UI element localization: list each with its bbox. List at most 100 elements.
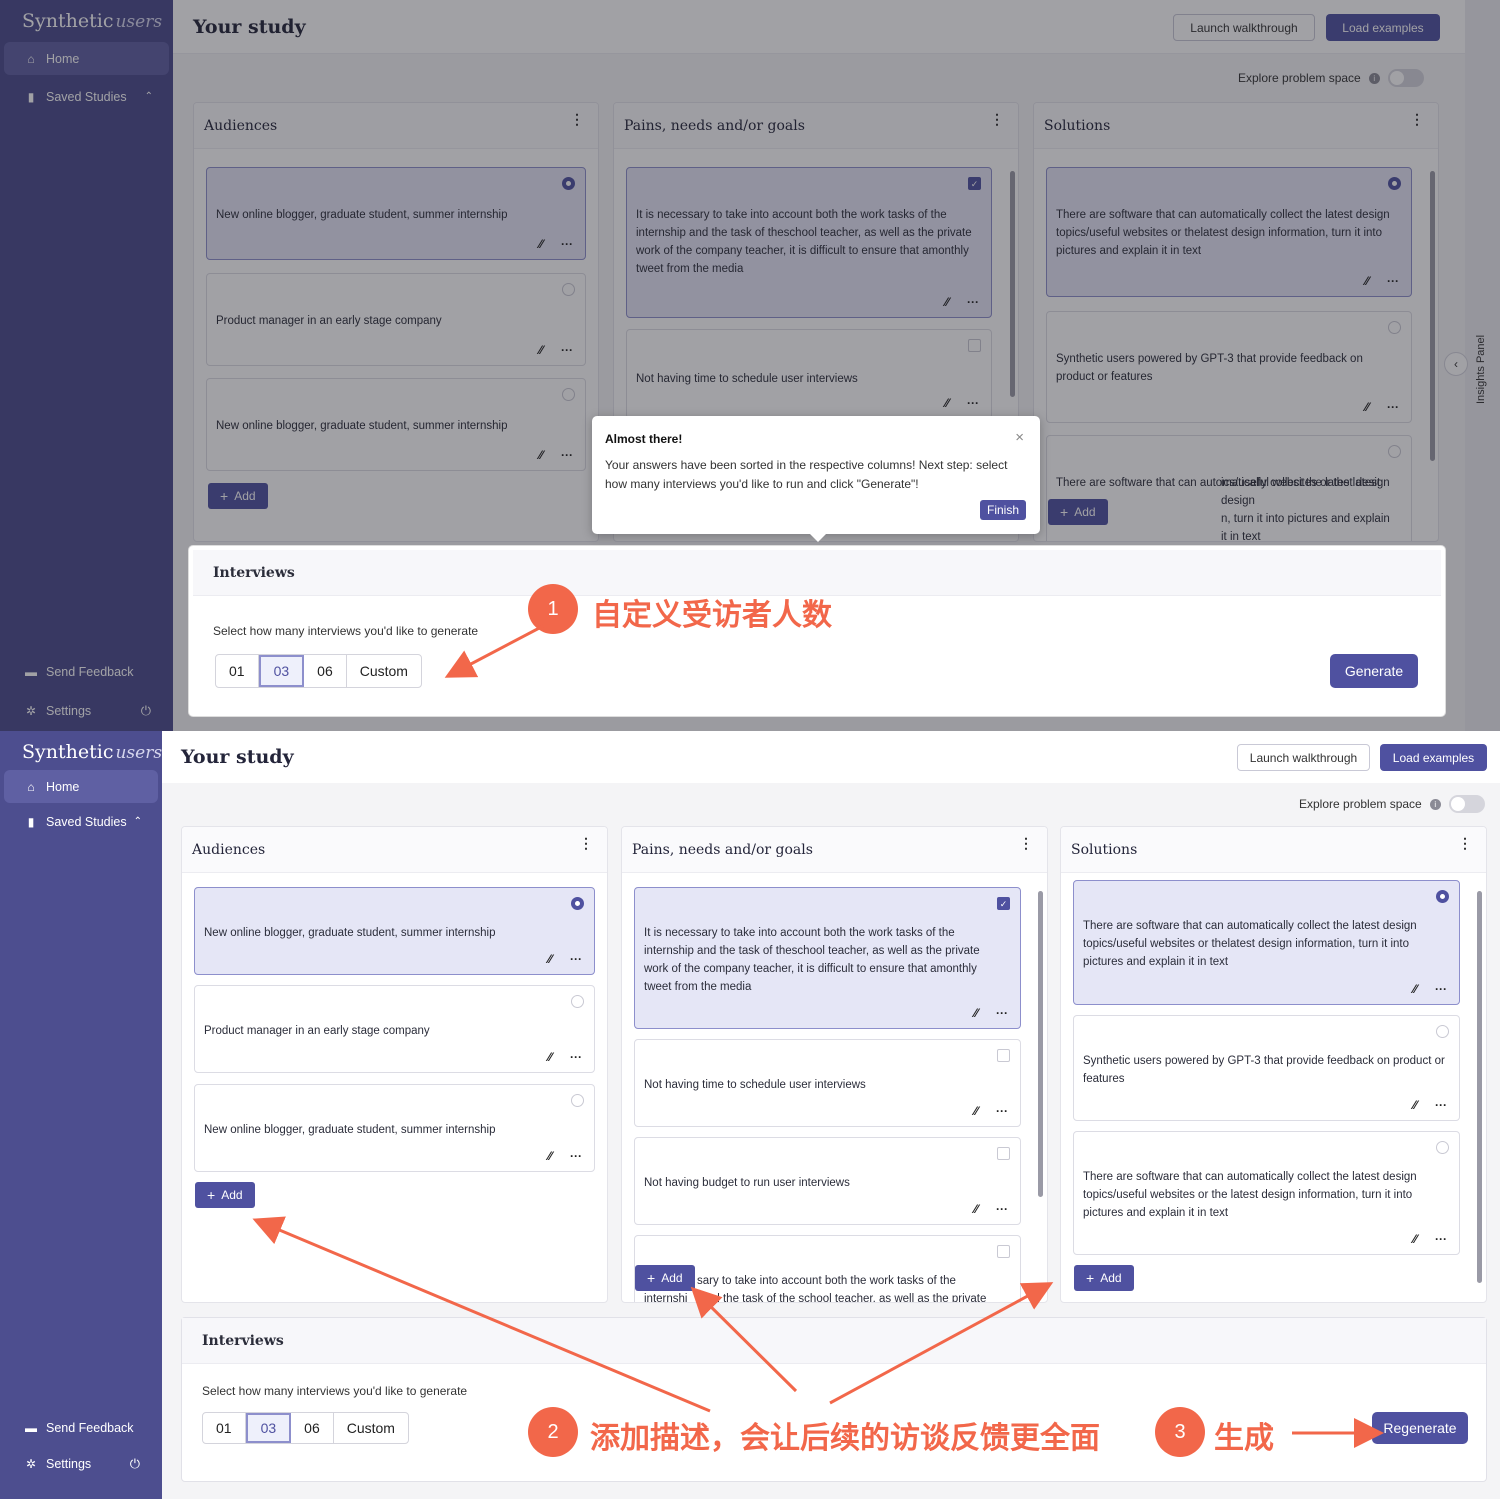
checkbox[interactable] [997, 1245, 1010, 1258]
radio-button[interactable] [1436, 1025, 1449, 1038]
add-pain-button[interactable]: + Add [635, 1265, 695, 1291]
more-icon[interactable]: ··· [561, 341, 573, 359]
sidebar-item-home[interactable]: ⌂ Home [4, 42, 169, 75]
kebab-menu-icon[interactable]: ⋮ [1019, 837, 1033, 851]
magic-wand-icon[interactable]: ⁄⁄ [974, 1004, 978, 1022]
list-item[interactable]: New online blogger, graduate student, su… [206, 167, 586, 260]
kebab-menu-icon[interactable]: ⋮ [1458, 837, 1472, 851]
list-item[interactable]: ✓ It is necessary to take into account b… [626, 167, 992, 318]
list-item[interactable]: ✓ It is necessary to take into account b… [634, 887, 1021, 1029]
more-icon[interactable]: ··· [570, 1147, 582, 1165]
load-examples-button[interactable]: Load examples [1326, 14, 1440, 41]
kebab-menu-icon[interactable]: ⋮ [579, 837, 593, 851]
list-item[interactable]: New online blogger, graduate student, su… [206, 378, 586, 471]
magic-wand-icon[interactable]: ⁄⁄ [1413, 980, 1417, 998]
option-06[interactable]: 06 [304, 655, 347, 687]
list-item[interactable]: There are software that can automaticall… [1073, 880, 1460, 1005]
add-solution-button[interactable]: + Add [1048, 499, 1108, 525]
more-icon[interactable]: ··· [561, 446, 573, 464]
more-icon[interactable]: ··· [570, 950, 582, 968]
magic-wand-icon[interactable]: ⁄⁄ [1365, 398, 1369, 416]
magic-wand-icon[interactable]: ⁄⁄ [548, 1048, 552, 1066]
checkbox[interactable] [997, 1147, 1010, 1160]
sidebar-item-settings[interactable]: ✲ Settings ⏻ [4, 694, 169, 727]
launch-walkthrough-button[interactable]: Launch walkthrough [1237, 744, 1370, 771]
chevron-left-icon[interactable]: ‹ [1444, 352, 1468, 376]
more-icon[interactable]: ··· [561, 235, 573, 253]
sidebar-item-settings[interactable]: ✲ Settings ⏻ [4, 1447, 158, 1480]
magic-wand-icon[interactable]: ⁄⁄ [1365, 272, 1369, 290]
magic-wand-icon[interactable]: ⁄⁄ [1413, 1096, 1417, 1114]
radio-button[interactable] [1388, 445, 1401, 458]
add-solution-button[interactable]: + Add [1074, 1265, 1134, 1291]
interview-count-selector[interactable]: 01 03 06 Custom [202, 1412, 409, 1444]
list-item[interactable]: Product manager in an early stage compan… [194, 985, 595, 1073]
list-item[interactable]: There are software that can automaticall… [1073, 1131, 1460, 1255]
radio-button[interactable] [571, 995, 584, 1008]
magic-wand-icon[interactable]: ⁄⁄ [539, 235, 543, 253]
option-06[interactable]: 06 [291, 1413, 334, 1443]
radio-button[interactable] [1388, 321, 1401, 334]
more-icon[interactable]: ··· [1435, 1230, 1447, 1248]
list-item[interactable]: ics/useful websites or the latest design… [1046, 435, 1412, 541]
more-icon[interactable]: ··· [996, 1200, 1008, 1218]
add-audience-button[interactable]: + Add [195, 1182, 255, 1208]
list-item[interactable]: Synthetic users powered by GPT-3 that pr… [1046, 311, 1412, 423]
sidebar-item-send-feedback[interactable]: ▬ Send Feedback [4, 655, 169, 688]
radio-button[interactable] [562, 177, 575, 190]
magic-wand-icon[interactable]: ⁄⁄ [548, 950, 552, 968]
explore-toggle[interactable] [1448, 795, 1485, 813]
option-custom[interactable]: Custom [347, 655, 421, 687]
list-item[interactable]: Not having budget to run user interviews… [634, 1137, 1021, 1225]
option-03[interactable]: 03 [258, 655, 305, 687]
magic-wand-icon[interactable]: ⁄⁄ [1413, 1230, 1417, 1248]
radio-button[interactable] [562, 283, 575, 296]
radio-button[interactable] [571, 897, 584, 910]
interview-count-selector[interactable]: 01 03 06 Custom [215, 654, 422, 688]
more-icon[interactable]: ··· [1387, 272, 1399, 290]
checkbox[interactable]: ✓ [968, 177, 981, 190]
more-icon[interactable]: ··· [1435, 980, 1447, 998]
more-icon[interactable]: ··· [1435, 1096, 1447, 1114]
kebab-menu-icon[interactable]: ⋮ [1410, 113, 1424, 127]
scrollbar[interactable] [1038, 891, 1043, 1197]
option-custom[interactable]: Custom [334, 1413, 408, 1443]
option-01[interactable]: 01 [203, 1413, 246, 1443]
scrollbar[interactable] [1477, 891, 1482, 1283]
list-item[interactable]: Product manager in an early stage compan… [206, 273, 586, 366]
radio-button[interactable] [571, 1094, 584, 1107]
scrollbar[interactable] [1430, 171, 1435, 461]
checkbox[interactable]: ✓ [997, 897, 1010, 910]
magic-wand-icon[interactable]: ⁄⁄ [945, 293, 949, 311]
radio-button[interactable] [1436, 1141, 1449, 1154]
more-icon[interactable]: ··· [996, 1102, 1008, 1120]
list-item[interactable]: Not having time to schedule user intervi… [626, 329, 992, 419]
list-item[interactable]: Not having time to schedule user intervi… [634, 1039, 1021, 1127]
scrollbar[interactable] [1010, 171, 1015, 397]
add-audience-button[interactable]: + Add [208, 483, 268, 509]
magic-wand-icon[interactable]: ⁄⁄ [548, 1147, 552, 1165]
explore-toggle[interactable] [1387, 69, 1424, 87]
sidebar-item-saved-studies[interactable]: ▮ Saved Studies ⌃ [4, 805, 158, 838]
checkbox[interactable] [997, 1049, 1010, 1062]
list-item[interactable]: New online blogger, graduate student, su… [194, 887, 595, 975]
list-item[interactable]: Synthetic users powered by GPT-3 that pr… [1073, 1015, 1460, 1121]
regenerate-button[interactable]: Regenerate [1372, 1412, 1468, 1444]
more-icon[interactable]: ··· [570, 1048, 582, 1066]
finish-button[interactable]: Finish [979, 500, 1026, 520]
radio-button[interactable] [1388, 177, 1401, 190]
magic-wand-icon[interactable]: ⁄⁄ [974, 1200, 978, 1218]
option-03[interactable]: 03 [245, 1413, 292, 1443]
checkbox[interactable] [968, 339, 981, 352]
more-icon[interactable]: ··· [1387, 398, 1399, 416]
radio-button[interactable] [562, 388, 575, 401]
info-icon[interactable]: i [1429, 798, 1441, 810]
more-icon[interactable]: ··· [996, 1004, 1008, 1022]
power-icon[interactable]: ⏻ [130, 1456, 140, 1472]
load-examples-button[interactable]: Load examples [1380, 744, 1487, 771]
sidebar-item-home[interactable]: ⌂ Home [4, 770, 158, 803]
list-item[interactable]: New online blogger, graduate student, su… [194, 1084, 595, 1172]
option-01[interactable]: 01 [216, 655, 259, 687]
magic-wand-icon[interactable]: ⁄⁄ [539, 341, 543, 359]
launch-walkthrough-button[interactable]: Launch walkthrough [1173, 14, 1315, 41]
